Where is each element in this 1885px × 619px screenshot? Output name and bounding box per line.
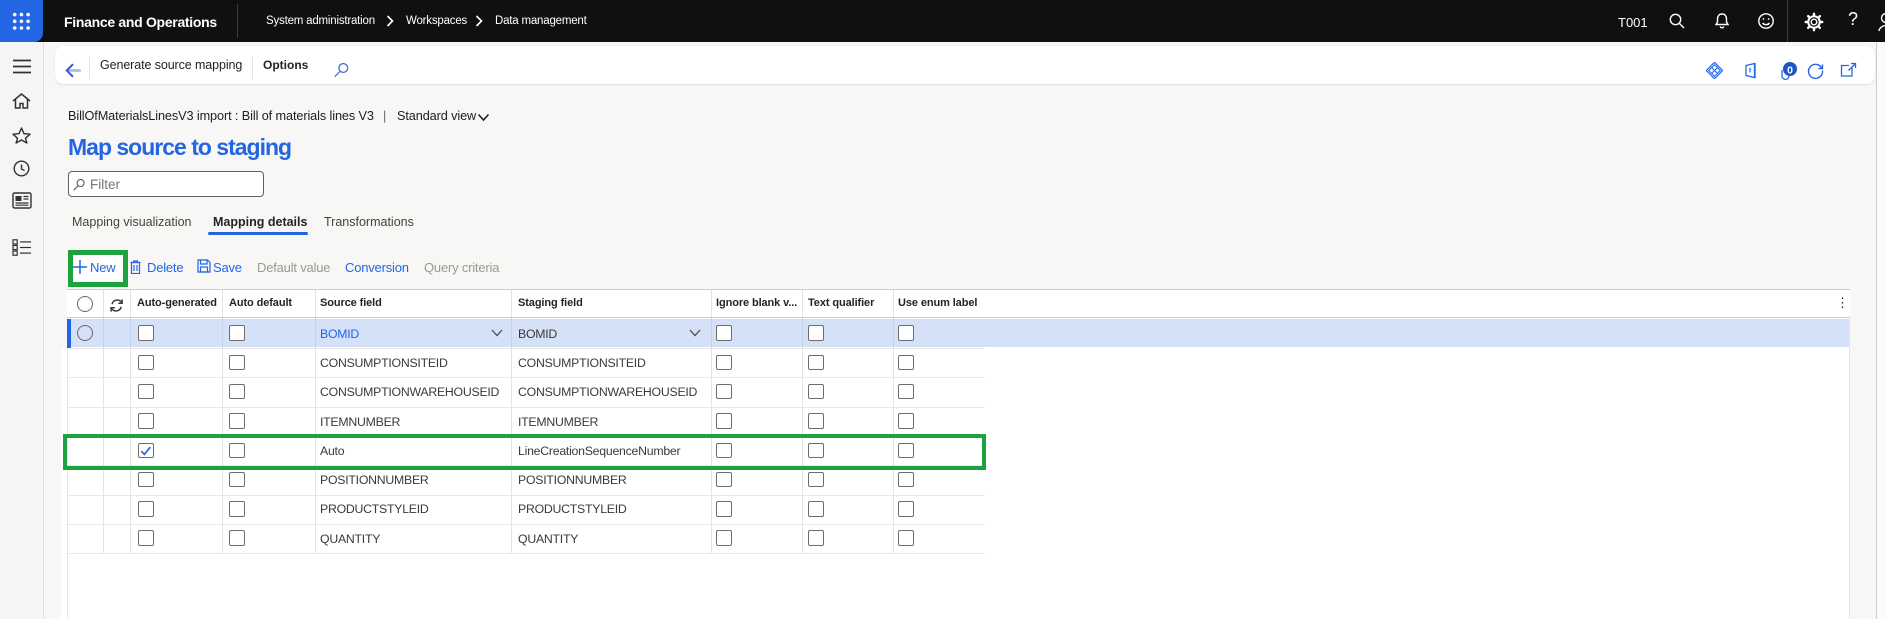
svg-text:0: 0 (1787, 65, 1793, 77)
